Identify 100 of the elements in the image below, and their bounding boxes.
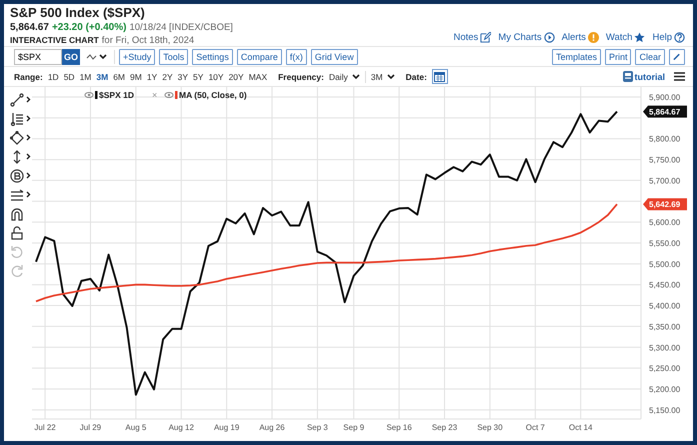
axis-label: 5,450.00 [649, 280, 680, 290]
range-option[interactable]: 20Y [228, 72, 244, 82]
pencil-icon [673, 52, 681, 61]
axis-label: 5,150.00 [649, 406, 680, 415]
diamond-icon[interactable] [10, 130, 24, 144]
axis-label: 5,200.00 [649, 384, 680, 394]
header-link[interactable]: Watch [606, 32, 646, 43]
axis-label: Jul 29 [80, 423, 102, 432]
caret-icon [386, 74, 395, 80]
calendar-icon [434, 71, 446, 82]
visibility-icon[interactable] [84, 92, 94, 98]
range-option[interactable]: 1Y [146, 72, 158, 82]
price-change: +23.20 (+0.40%) [52, 22, 126, 33]
range-label: Range: [14, 72, 43, 82]
range-option[interactable]: MAX [248, 72, 268, 82]
axis-label: 5,300.00 [649, 343, 680, 352]
symbol-field[interactable]: $SPX [14, 48, 62, 64]
axis-label: Sep 16 [386, 423, 412, 432]
toolbar-button[interactable]: Grid View [310, 48, 358, 64]
header-link[interactable]: Alerts [562, 32, 599, 43]
axis-label: 5,700.00 [649, 176, 680, 186]
range-option[interactable]: 5Y [193, 72, 204, 82]
menu-icon[interactable] [674, 72, 685, 81]
chevron-icon[interactable] [26, 134, 31, 141]
caret-icon [352, 74, 360, 80]
range-option[interactable]: 3Y [178, 72, 188, 82]
axis-label: 5,500.00 [649, 260, 680, 269]
draw-button[interactable] [669, 48, 685, 64]
axis-label: 5,800.00 [649, 134, 680, 144]
toolbar-button[interactable]: Print [604, 48, 632, 64]
axis-label: 5,750.00 [649, 156, 680, 165]
chevron-icon[interactable] [26, 172, 31, 179]
axis-label: 5,550.00 [649, 239, 680, 248]
chevron-icon[interactable] [26, 153, 31, 160]
legend-label: MA (50, Close, 0) [179, 90, 247, 100]
edit-icon [480, 32, 492, 43]
toolbar-button[interactable]: Tools [159, 48, 188, 64]
axis-label: 5,350.00 [649, 322, 680, 332]
range-option[interactable]: 2Y [162, 72, 173, 82]
period-dropdown[interactable]: 3M [370, 72, 395, 82]
trend-line-icon[interactable] [10, 92, 24, 106]
chart-title: S&P 500 Index ($SPX) [10, 5, 146, 20]
last-price: 5,864.67 [10, 22, 49, 33]
magnet-icon[interactable] [10, 206, 24, 220]
chevron-icon[interactable] [26, 115, 31, 122]
chevron-icon[interactable] [26, 191, 31, 198]
axis-label: Aug 12 [168, 423, 194, 432]
header-link[interactable]: Notes [453, 32, 492, 43]
axis-label: 5,400.00 [649, 302, 680, 311]
range-option[interactable]: 3M [96, 72, 108, 82]
date-label: Date: [406, 72, 427, 82]
toolbar-button[interactable]: f(x) [286, 48, 307, 64]
range-option[interactable]: 6M [113, 72, 125, 82]
price-tag: 5,642.69 [643, 198, 687, 210]
range-option[interactable]: 5D [64, 72, 75, 82]
frequency-dropdown[interactable]: Daily [328, 72, 360, 82]
axis-label: Aug 26 [259, 423, 285, 432]
axis-label: 5,250.00 [649, 364, 680, 374]
series-swatch [175, 91, 178, 99]
tutorial-icon [622, 71, 632, 82]
legend-label: $SPX 1D [99, 90, 134, 100]
star-icon [634, 32, 646, 43]
axis-label: Sep 9 [343, 423, 364, 432]
series-swatch [95, 91, 98, 99]
axis-label: Sep 30 [477, 423, 503, 432]
toolbar-button[interactable]: Clear [635, 48, 665, 64]
tutorial-link[interactable]: tutorial [634, 72, 665, 82]
calendar-button[interactable] [432, 69, 448, 84]
header-link[interactable]: My Charts [498, 32, 555, 43]
circled-b-icon[interactable] [10, 168, 24, 182]
frequency-label: Frequency: [278, 72, 324, 82]
range-option[interactable]: 10Y [208, 72, 224, 82]
go-button[interactable]: GO [62, 48, 80, 64]
chevron-icon[interactable] [26, 96, 31, 103]
range-option[interactable]: 9M [130, 72, 142, 82]
axis-label: Sep 3 [306, 423, 328, 432]
toolbar-button[interactable]: Compare [236, 48, 282, 64]
range-option[interactable]: 1M [80, 72, 92, 82]
axis-label: Jul 22 [34, 423, 56, 432]
price-tag: 5,864.67 [643, 106, 687, 118]
arrows-icon[interactable] [10, 188, 24, 202]
play-circle-icon [544, 32, 555, 43]
axis-label: 5,600.00 [649, 218, 680, 228]
alert-icon [588, 32, 599, 43]
range-option[interactable]: 1D [48, 72, 59, 82]
axis-label: Sep 23 [432, 423, 458, 432]
fibonacci-icon[interactable] [10, 112, 24, 126]
help-icon [674, 32, 685, 43]
header-link[interactable]: Help [652, 32, 685, 43]
quote-meta: 10/18/24 [INDEX/CBOE] [129, 22, 233, 33]
axis-label: Aug 19 [214, 423, 240, 432]
visibility-icon[interactable] [164, 92, 174, 98]
axis-label: Aug 5 [125, 423, 146, 432]
toolbar-button[interactable]: +Study [119, 48, 156, 64]
axis-label: 5,900.00 [649, 93, 680, 102]
axis-label: Oct 7 [526, 423, 545, 432]
unlock-icon[interactable] [10, 226, 24, 240]
toolbar-button[interactable]: Templates [552, 48, 601, 64]
toolbar-button[interactable]: Settings [192, 48, 233, 64]
chart-type-icon[interactable] [86, 52, 108, 62]
